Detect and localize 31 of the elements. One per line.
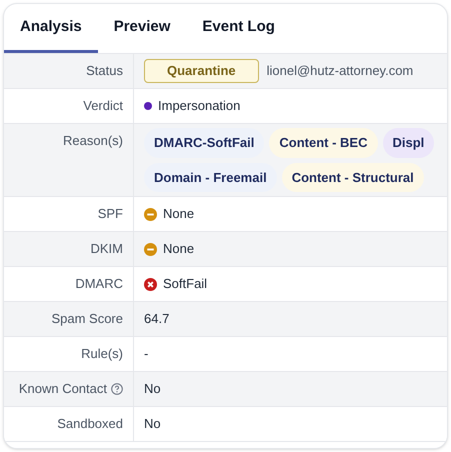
sender-email: lionel@hutz-attorney.com	[266, 62, 414, 80]
field-label: Reason(s)	[63, 132, 123, 150]
field-label: Verdict	[83, 97, 123, 115]
result-text: None	[163, 240, 194, 258]
result-text: None	[163, 205, 194, 224]
field-label: DMARC	[75, 275, 123, 293]
field-label: DKIM	[90, 240, 123, 258]
field-label: Status	[86, 62, 123, 80]
value-text: -	[144, 345, 148, 364]
tab[interactable]: Preview	[98, 4, 186, 53]
x-circle-icon	[144, 278, 157, 290]
field-label: Known Contact	[18, 380, 107, 398]
verdict-text: Impersonation	[158, 97, 240, 116]
value-text: No	[144, 415, 161, 434]
minus-circle-icon	[144, 242, 157, 256]
field-label: SPF	[98, 205, 123, 223]
tab[interactable]: Event Log	[186, 4, 291, 53]
reason-tag: DMARC-SoftFail	[144, 128, 264, 158]
reason-tag: Content - BEC	[269, 128, 378, 158]
reason-tag: Displ	[382, 128, 434, 158]
field-label: Rule(s)	[81, 345, 123, 363]
help-icon[interactable]	[111, 383, 123, 395]
value-text: 64.7	[144, 310, 170, 328]
result-text: SoftFail	[163, 275, 208, 294]
minus-circle-icon	[144, 208, 157, 220]
reason-tag: Domain - Freemail	[144, 162, 277, 192]
reason-tag: Content - Structural	[282, 162, 424, 192]
status-badge: Quarantine	[144, 59, 259, 83]
field-label: Sandboxed	[57, 415, 123, 433]
field-label: Spam Score	[51, 310, 123, 328]
value-text: No	[144, 380, 161, 398]
